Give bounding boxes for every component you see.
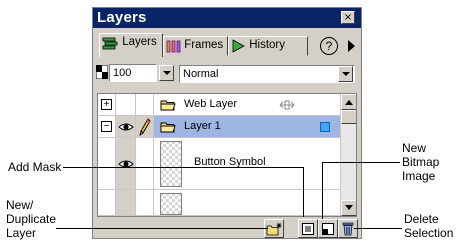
expand-plus-icon: + <box>103 99 110 110</box>
scroll-down-button[interactable] <box>341 200 356 216</box>
layer-name-cell[interactable]: Web Layer <box>154 94 341 116</box>
folder-icon <box>160 100 176 111</box>
bitmap-image-icon <box>322 223 334 235</box>
help-button[interactable]: ? <box>320 37 338 55</box>
blend-mode-dropdown-button[interactable] <box>338 66 353 82</box>
opacity-input[interactable]: 100 <box>109 64 157 82</box>
layer-name-cell[interactable]: Layer 1 <box>154 116 341 138</box>
layers-tab-icon <box>102 37 118 49</box>
layer-list-scrollbar[interactable] <box>341 94 356 216</box>
callout-delete-2: Selection <box>404 226 454 240</box>
leader-delete <box>354 228 402 229</box>
tab-history-label: History <box>249 39 285 51</box>
visibility-cell[interactable] <box>116 94 136 116</box>
edit-lock-cell[interactable] <box>136 190 154 216</box>
visibility-cell[interactable] <box>116 190 136 216</box>
tab-history[interactable]: History <box>228 36 308 56</box>
edit-lock-cell[interactable] <box>136 138 154 190</box>
collapse-minus-icon: − <box>103 121 110 132</box>
expand-cell: + <box>98 94 116 116</box>
object-thumbnail-icon <box>160 141 182 187</box>
callout-new-bitmap-2: Bitmap <box>402 155 440 169</box>
layer-row-web[interactable]: + Web Layer <box>98 94 341 116</box>
opacity-icon <box>96 65 108 79</box>
panel-menu-arrow-icon[interactable] <box>348 40 355 52</box>
expand-toggle[interactable]: + <box>101 99 112 110</box>
callout-new-dup-3: Layer <box>6 226 37 240</box>
callout-new-dup-1: New/ <box>6 198 34 212</box>
layer-color-swatch <box>320 122 330 132</box>
object-row-partial[interactable] <box>98 190 341 216</box>
frames-tab-icon <box>166 40 181 52</box>
eye-icon <box>118 123 134 131</box>
history-tab-icon <box>232 38 245 53</box>
blend-mode-value: Normal <box>183 68 219 80</box>
leader-add-mask-down <box>303 167 304 217</box>
leader-add-mask <box>63 167 303 168</box>
layer-name: Layer 1 <box>184 120 221 132</box>
close-icon: × <box>343 12 353 23</box>
folder-icon <box>160 122 176 133</box>
edit-lock-cell[interactable] <box>136 116 154 138</box>
callout-new-bitmap-1: New <box>402 141 427 155</box>
mask-icon <box>302 223 314 235</box>
collapse-toggle[interactable]: − <box>101 121 112 132</box>
help-icon: ? <box>325 39 333 53</box>
tab-frames-label: Frames <box>184 39 224 51</box>
blend-mode-select[interactable]: Normal <box>179 65 355 83</box>
object-name-cell[interactable] <box>154 190 341 216</box>
layer-name: Web Layer <box>184 98 237 110</box>
edit-lock-cell[interactable] <box>136 94 154 116</box>
leader-new-bitmap <box>322 162 400 163</box>
expand-cell: − <box>98 116 116 138</box>
trash-icon <box>342 222 354 236</box>
tab-frames[interactable]: Frames <box>163 36 228 56</box>
layer-row-layer1[interactable]: − Layer 1 <box>98 116 341 138</box>
callout-delete-1: Delete <box>404 212 439 226</box>
object-thumbnail-icon <box>160 193 182 215</box>
tab-layers-label: Layers <box>122 36 157 48</box>
scroll-up-button[interactable] <box>341 94 356 110</box>
arrow-up-icon <box>345 100 353 105</box>
object-row-button-symbol[interactable]: Button Symbol <box>98 138 341 190</box>
new-bitmap-image-button[interactable] <box>318 219 338 238</box>
indent-cell <box>98 138 116 190</box>
close-button[interactable]: × <box>341 11 355 24</box>
indent-cell <box>98 190 116 216</box>
pencil-icon <box>139 118 151 136</box>
layer-toolbar <box>97 219 358 238</box>
callout-add-mask: Add Mask <box>8 160 62 174</box>
new-layer-icon <box>266 223 282 236</box>
add-mask-button[interactable] <box>298 219 318 238</box>
opacity-value: 100 <box>113 67 132 79</box>
arrow-down-icon <box>345 205 353 210</box>
leader-new-dup <box>56 228 268 229</box>
opacity-dropdown-button[interactable] <box>159 65 174 81</box>
visibility-cell[interactable] <box>116 116 136 138</box>
panel-title-bar[interactable]: Layers × <box>93 8 361 28</box>
scroll-thumb[interactable] <box>341 110 356 124</box>
web-layer-share-icon <box>279 100 295 110</box>
object-name-cell[interactable]: Button Symbol <box>154 138 341 190</box>
callout-new-bitmap-3: Image <box>402 169 436 183</box>
leader-new-bitmap-down <box>322 162 323 219</box>
callout-new-dup-2: Duplicate <box>6 212 57 226</box>
tab-layers[interactable]: Layers <box>99 33 163 57</box>
panel-title: Layers <box>97 9 147 26</box>
layer-list: + Web Layer − Layer 1 Button Symbol <box>97 93 357 217</box>
visibility-cell[interactable] <box>116 138 136 190</box>
